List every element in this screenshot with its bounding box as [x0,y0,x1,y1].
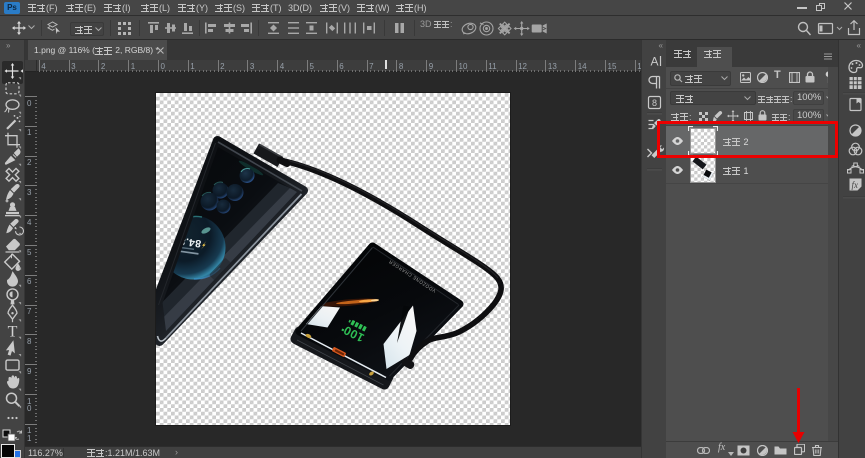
svg-text:%: % [166,236,172,243]
svg-text:A: A [650,55,658,69]
svg-text:8: 8 [652,98,657,108]
svg-text:T: T [8,324,18,341]
svg-text:fx: fx [852,180,859,190]
